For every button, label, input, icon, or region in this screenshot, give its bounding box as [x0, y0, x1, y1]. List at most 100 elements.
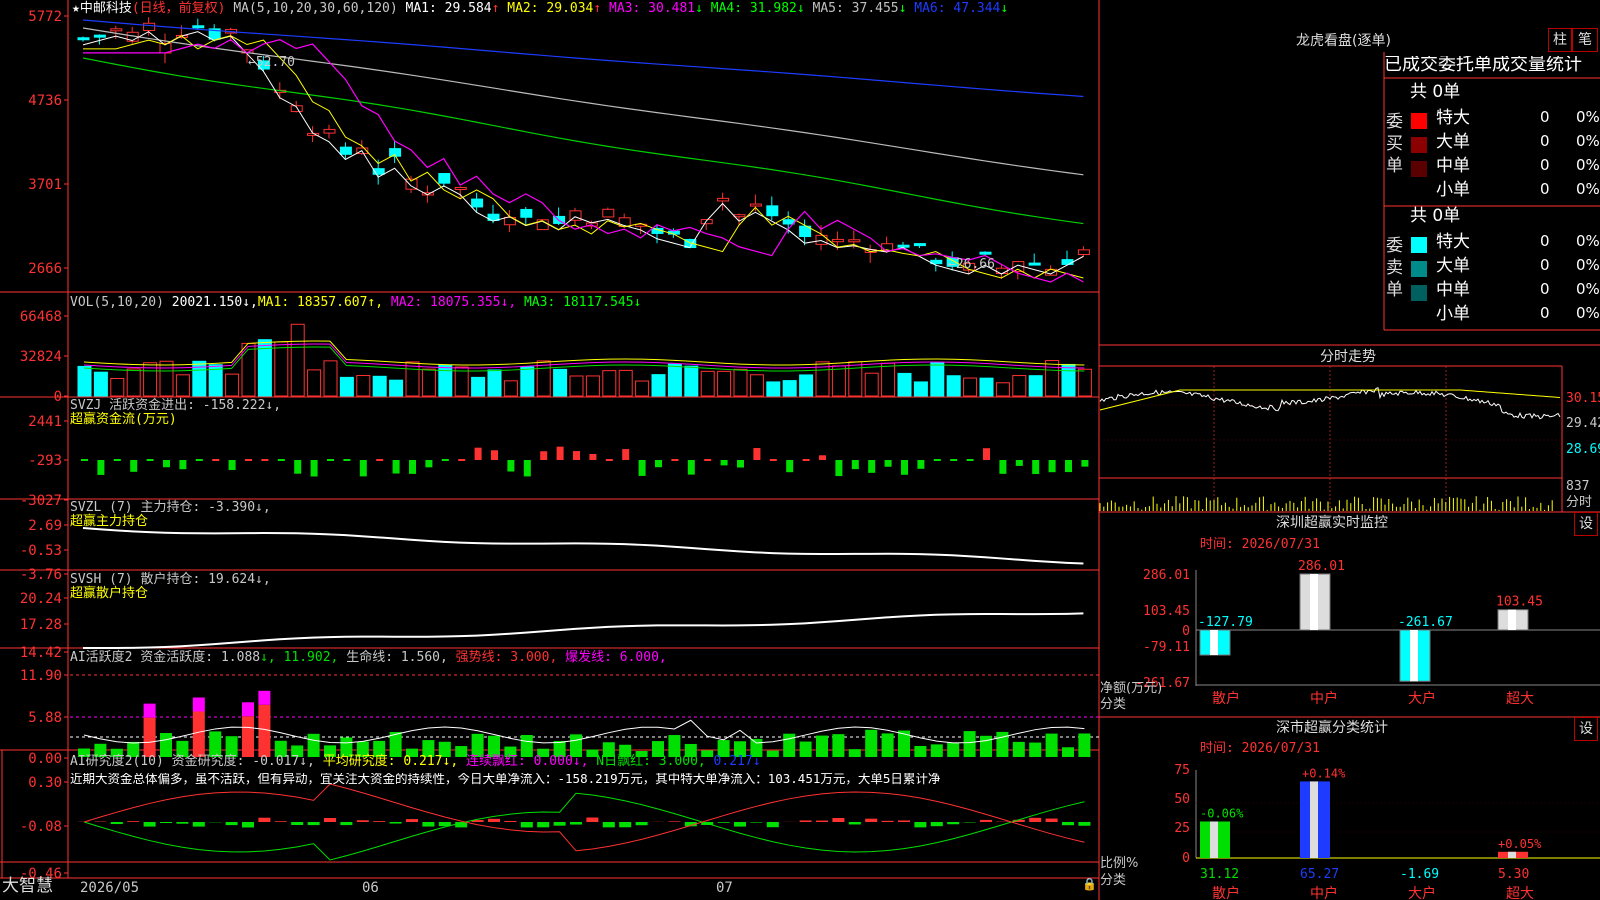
- fund-flow-bar: [409, 460, 416, 474]
- fund-flow-bar: [294, 460, 302, 474]
- bar-y-tick: 0: [1182, 851, 1190, 866]
- research-bar: [914, 822, 927, 828]
- volume-bar: [717, 370, 732, 397]
- volume-bar: [831, 365, 846, 397]
- activity-bar: [1029, 742, 1042, 757]
- fund-flow-bar: [163, 460, 170, 468]
- xaxis-label-jun: 06: [362, 880, 379, 896]
- research-bar: [389, 822, 402, 824]
- sz-monitor-settings-button[interactable]: 设: [1574, 512, 1598, 536]
- research-bar: [192, 822, 205, 827]
- y-tick-label: -0.53: [20, 543, 62, 559]
- intraday-y-tick: 30.15: [1566, 391, 1600, 406]
- net-amount-label: -127.79: [1198, 615, 1253, 630]
- research-bar: [553, 822, 566, 826]
- bar-y-tick: 25: [1174, 821, 1190, 836]
- volume-bar: [290, 323, 305, 397]
- y-tick-label: 14.42: [20, 645, 62, 661]
- lock-icon[interactable]: 🔒: [1082, 878, 1097, 890]
- research-bar: [734, 822, 746, 827]
- lhb-row-name: 大单: [1436, 256, 1470, 276]
- ai1-header-part-2: 生命线: 1.560,: [338, 650, 448, 665]
- activity-burst-bar: [143, 703, 156, 718]
- lhb-header: 已成交委托单成交量统计: [1384, 56, 1582, 74]
- activity-bar: [865, 729, 878, 757]
- lhb-row-percent: 0%: [1576, 180, 1600, 198]
- bar-y-tick: 0: [1182, 624, 1190, 639]
- category-label: 超大: [1506, 691, 1534, 707]
- volume-bar: [503, 380, 518, 397]
- lhb-sell-count: 共 0单: [1410, 206, 1461, 226]
- activity-burst-bar: [192, 697, 205, 712]
- activity-bar: [1045, 733, 1058, 757]
- research-bar: [324, 818, 336, 822]
- activity-burst-bar: [258, 690, 271, 705]
- volume-bar: [77, 365, 92, 397]
- research-bar: [602, 822, 615, 828]
- activity-bar: [143, 717, 156, 757]
- research-bar: [488, 818, 500, 822]
- fund-flow-bar: [786, 460, 794, 473]
- xaxis-label-jul: 07: [716, 880, 733, 896]
- y-tick-label: 17.28: [20, 617, 62, 633]
- category-label: 大户: [1408, 690, 1436, 707]
- fund-flow-bar: [901, 460, 908, 475]
- volume-bar: [930, 362, 945, 397]
- volume-bar: [372, 375, 387, 397]
- ai1-header-part-4: 爆发线: 6.000,: [557, 650, 667, 665]
- fund-flow-bar: [113, 459, 121, 461]
- activity-bar: [192, 711, 205, 757]
- class-ratio-value: 5.30: [1498, 867, 1529, 882]
- ma-item-4: MA4: 31.982↓: [702, 1, 805, 16]
- fund-flow-bar: [1048, 460, 1056, 473]
- y-tick-label: 3701: [28, 177, 62, 193]
- activity-bar: [914, 745, 927, 757]
- volume-bar: [667, 363, 682, 397]
- candle-body: [192, 25, 205, 29]
- research-bar: [422, 822, 435, 827]
- bar-mode-button[interactable]: 柱: [1548, 28, 1572, 52]
- fund-flow-bar: [1081, 460, 1089, 467]
- sz-class-time: 时间: 2026/07/31: [1200, 741, 1320, 756]
- lhb-buy-label: 委: [1386, 112, 1403, 132]
- lhb-row-value: 0: [1540, 232, 1550, 250]
- vol-ma-line: [83, 340, 1085, 366]
- bar-y-tick: 50: [1174, 792, 1190, 807]
- lhb-row-value: 0: [1540, 180, 1550, 198]
- fund-flow-bar: [212, 459, 220, 461]
- tick-mode-button[interactable]: 笔: [1572, 28, 1598, 52]
- ai-research-header: AI研究度2(10) 资金研究度: -0.017↓, 平均研究度: 0.217↓…: [70, 755, 761, 768]
- fund-flow-bar: [359, 460, 367, 477]
- candle-body: [733, 214, 746, 218]
- vol-title: VOL(5,10,20): [70, 295, 164, 310]
- volume-bar: [864, 372, 879, 397]
- volume-bar: [159, 360, 174, 397]
- lhb-color-swatch: [1411, 137, 1427, 153]
- lhb-sell-label: 单: [1386, 280, 1403, 300]
- lhb-row-value: 0: [1540, 156, 1550, 174]
- lhb-row-value: 0: [1540, 280, 1550, 298]
- bar-highlight: [1410, 630, 1418, 682]
- ai1-header-part-1: ↓, 11.902,: [260, 650, 339, 665]
- research-bar: [832, 818, 845, 822]
- y-tick-label: 2666: [28, 261, 62, 277]
- bar-highlight: [1508, 609, 1516, 630]
- research-bar: [1062, 822, 1074, 826]
- intraday-volume-tick-label: 837: [1566, 479, 1589, 494]
- research-bar: [291, 822, 304, 826]
- research-bar: [799, 820, 812, 822]
- sz-monitor-ylabel: 净额(万元): [1100, 681, 1163, 696]
- lhb-buy-count: 共 0单: [1410, 82, 1461, 102]
- svzj-title: SVZJ 活跃资金进出: -158.222↓,: [70, 398, 282, 413]
- star-icon[interactable]: ★: [72, 1, 80, 16]
- volume-bar: [438, 364, 453, 397]
- activity-bar: [930, 744, 943, 757]
- fund-flow-bar: [835, 460, 843, 477]
- volume-bar: [897, 372, 912, 397]
- y-tick-label: 20.24: [20, 591, 62, 607]
- sz-class-settings-button[interactable]: 设: [1574, 717, 1598, 741]
- volume-bar: [339, 376, 354, 397]
- retail-holdings-line: [82, 612, 1084, 650]
- fund-flow-bar: [507, 460, 515, 472]
- volume-bar: [995, 382, 1010, 397]
